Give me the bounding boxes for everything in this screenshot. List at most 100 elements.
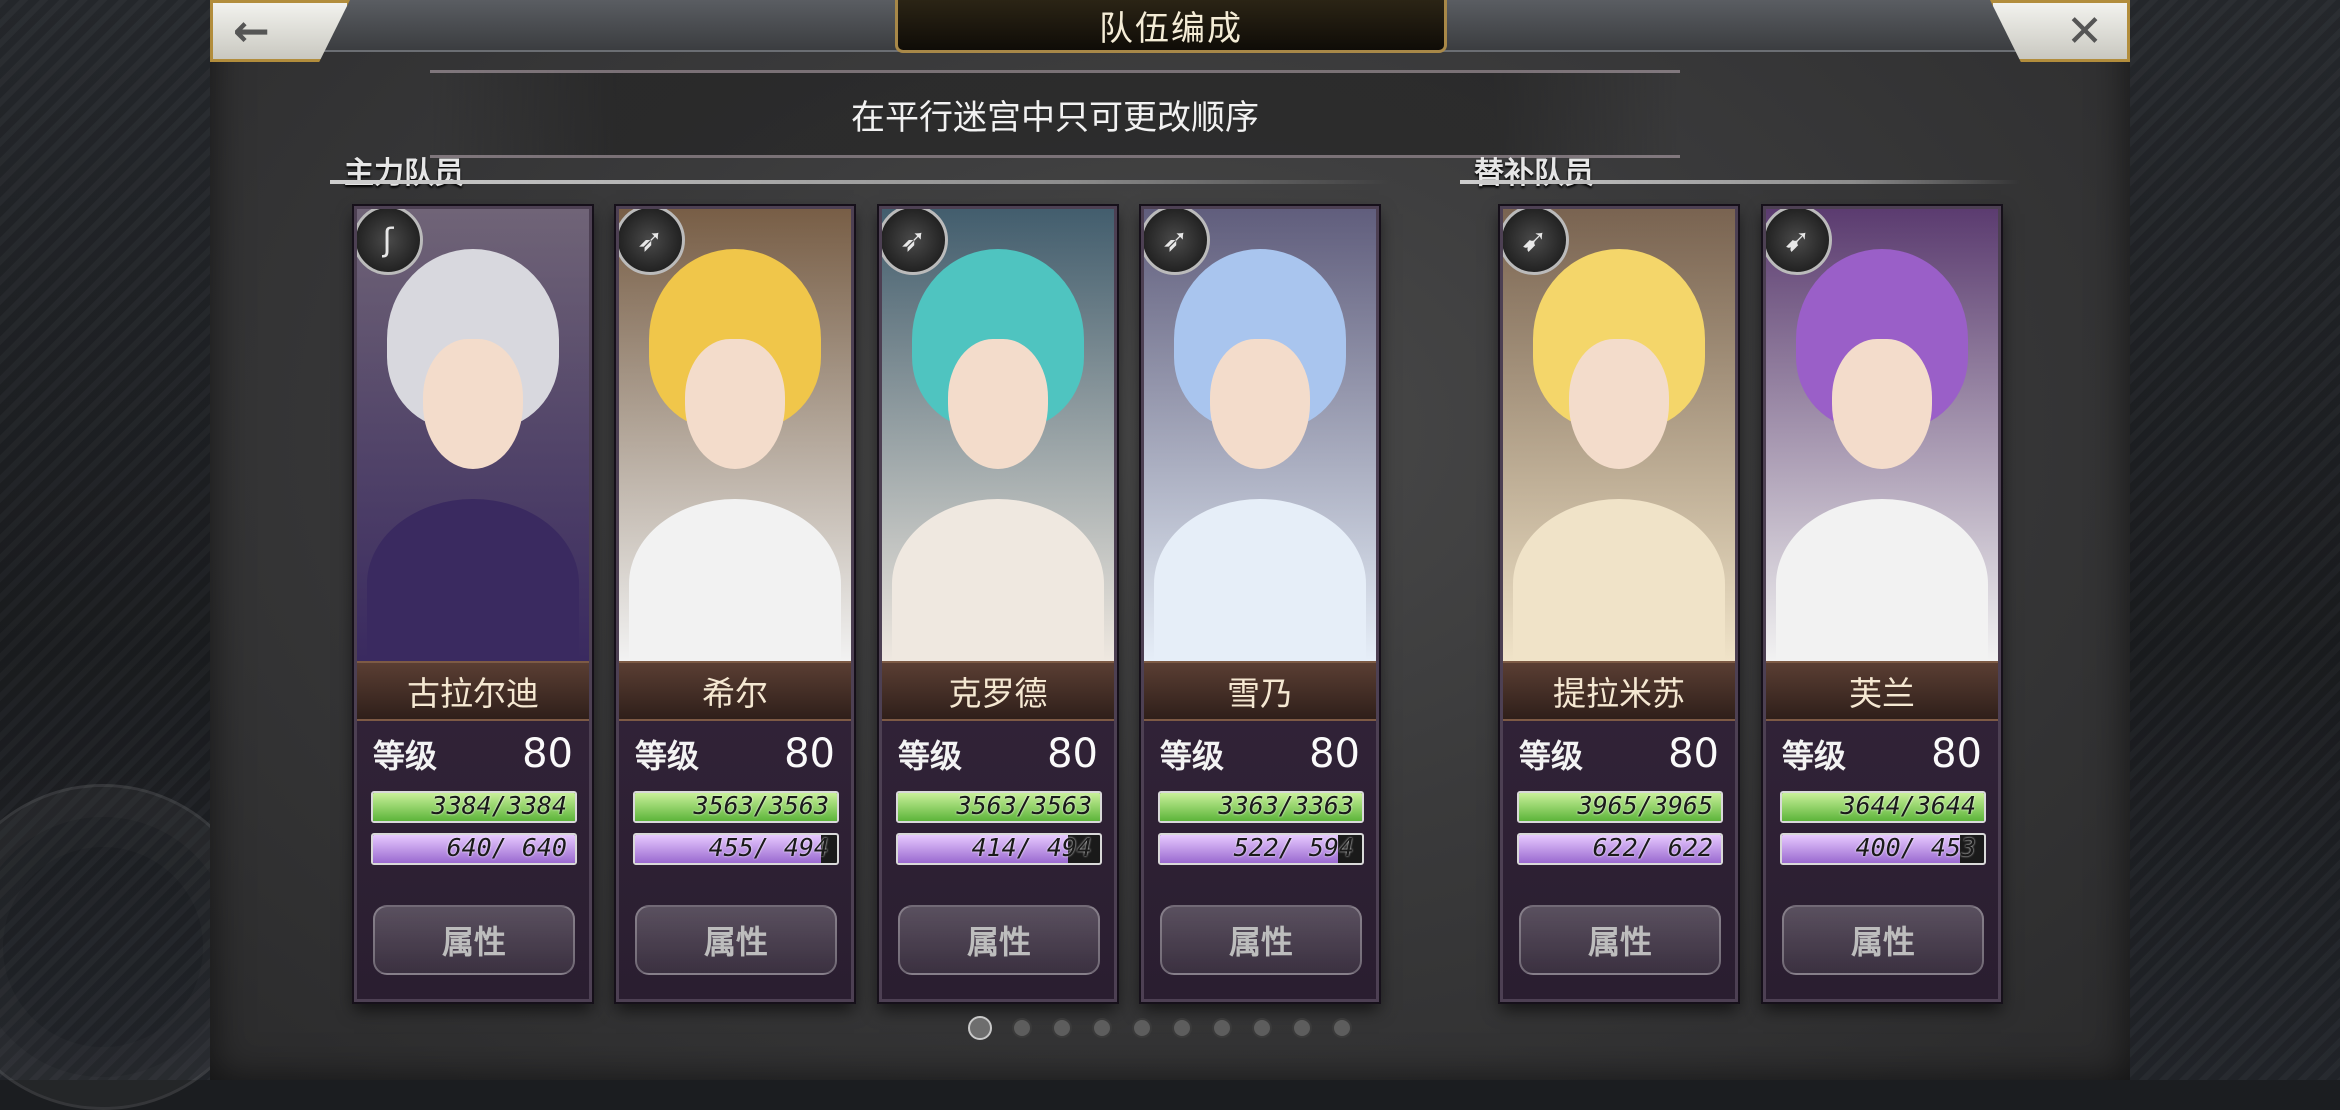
character-portrait — [619, 209, 851, 661]
page-dot[interactable] — [1092, 1018, 1112, 1038]
mp-bar: 400/ 453 — [1780, 833, 1986, 865]
character-name: 古拉尔迪 — [357, 661, 589, 721]
attribute-button[interactable]: 属性 — [635, 905, 837, 975]
portrait-face — [1569, 339, 1669, 469]
character-name: 提拉米苏 — [1503, 661, 1735, 721]
back-arrow-icon: ← — [233, 5, 270, 57]
staff-icon: ʃ — [357, 209, 423, 275]
hp-value: 3384/3384 — [431, 791, 567, 820]
level-value: 80 — [1931, 731, 1982, 777]
main-members-label: 主力队员 — [344, 156, 464, 191]
sub-members-label: 替补队员 — [1474, 156, 1594, 191]
page-dot[interactable] — [1132, 1018, 1152, 1038]
level-row: 等级 80 — [898, 729, 1098, 779]
character-card[interactable]: ➶ 希尔 等级 80 3563/3563 455/ 494 属性 — [616, 206, 854, 1002]
level-label: 等级 — [1782, 737, 1847, 775]
portrait-face — [423, 339, 523, 469]
level-row: 等级 80 — [373, 729, 573, 779]
portrait-body — [1513, 499, 1725, 661]
portrait-face — [685, 339, 785, 469]
portrait-body — [1776, 499, 1988, 661]
page-dot[interactable] — [1052, 1018, 1072, 1038]
spear-icon: ➹ — [1503, 209, 1569, 275]
sub-section-divider — [1460, 180, 2020, 184]
notice-banner: 在平行迷宫中只可更改顺序 — [430, 70, 1680, 158]
level-label: 等级 — [1519, 737, 1584, 775]
hp-value: 3563/3563 — [956, 791, 1092, 820]
page-dot[interactable] — [1332, 1018, 1352, 1038]
hp-value: 3965/3965 — [1577, 791, 1713, 820]
spear-icon: ➹ — [1766, 209, 1832, 275]
hp-bar: 3363/3363 — [1158, 791, 1364, 823]
page-title: 队伍编成 — [895, 0, 1447, 53]
mp-value: 400/ 453 — [1855, 833, 1976, 862]
portrait-face — [948, 339, 1048, 469]
mp-value: 414/ 494 — [971, 833, 1092, 862]
attribute-button[interactable]: 属性 — [898, 905, 1100, 975]
mp-bar: 455/ 494 — [633, 833, 839, 865]
hp-bar: 3563/3563 — [896, 791, 1102, 823]
mp-value: 622/ 622 — [1592, 833, 1713, 862]
level-label: 等级 — [373, 737, 438, 775]
level-row: 等级 80 — [1782, 729, 1982, 779]
page-dot[interactable] — [1212, 1018, 1232, 1038]
character-portrait — [1144, 209, 1376, 661]
level-label: 等级 — [898, 737, 963, 775]
notice-text: 在平行迷宫中只可更改顺序 — [851, 97, 1259, 138]
character-portrait — [1766, 209, 1998, 661]
character-portrait — [882, 209, 1114, 661]
page-dot[interactable] — [1012, 1018, 1032, 1038]
bow-icon: ➶ — [1144, 209, 1210, 275]
level-label: 等级 — [1160, 737, 1225, 775]
hp-value: 3563/3563 — [693, 791, 829, 820]
level-value: 80 — [522, 731, 573, 777]
level-value: 80 — [1047, 731, 1098, 777]
level-value: 80 — [784, 731, 835, 777]
attribute-button[interactable]: 属性 — [1519, 905, 1721, 975]
portrait-face — [1210, 339, 1310, 469]
portrait-face — [1832, 339, 1932, 469]
level-row: 等级 80 — [1160, 729, 1360, 779]
hp-value: 3363/3363 — [1218, 791, 1354, 820]
mp-bar: 640/ 640 — [371, 833, 577, 865]
character-card[interactable]: ʃ 古拉尔迪等级 80 3384/3384 640/ 640 属性 — [354, 206, 592, 1002]
hp-bar: 3965/3965 — [1517, 791, 1723, 823]
portrait-body — [892, 499, 1104, 661]
portrait-body — [367, 499, 579, 661]
character-card[interactable]: ➶ 雪乃等级 80 3363/3363 522/ 594 属性 — [1141, 206, 1379, 1002]
character-name: 希尔 — [619, 661, 851, 721]
mp-bar: 522/ 594 — [1158, 833, 1364, 865]
hp-bar: 3563/3563 — [633, 791, 839, 823]
bow-icon: ➶ — [882, 209, 948, 275]
attribute-button[interactable]: 属性 — [373, 905, 575, 975]
character-name: 雪乃 — [1144, 661, 1376, 721]
attribute-button[interactable]: 属性 — [1782, 905, 1984, 975]
page-dot[interactable] — [1252, 1018, 1272, 1038]
mp-value: 522/ 594 — [1233, 833, 1354, 862]
main-section-divider — [330, 180, 1390, 184]
character-name: 克罗德 — [882, 661, 1114, 721]
page-dot[interactable] — [968, 1016, 992, 1040]
pagination-dots — [968, 1016, 1352, 1040]
mp-bar: 622/ 622 — [1517, 833, 1723, 865]
character-portrait — [357, 209, 589, 661]
mp-bar: 414/ 494 — [896, 833, 1102, 865]
character-card[interactable]: ➹ 芙兰等级 80 3644/3644 400/ 453 属性 — [1763, 206, 2001, 1002]
left-background — [0, 0, 266, 1110]
portrait-body — [629, 499, 841, 661]
right-background — [2130, 0, 2340, 1080]
page-dot[interactable] — [1292, 1018, 1312, 1038]
level-value: 80 — [1668, 731, 1719, 777]
hp-bar: 3644/3644 — [1780, 791, 1986, 823]
attribute-button[interactable]: 属性 — [1160, 905, 1362, 975]
character-card[interactable]: ➶ 克罗德等级 80 3563/3563 414/ 494 属性 — [879, 206, 1117, 1002]
character-card[interactable]: ➹ 提拉米苏等级 80 3965/3965 622/ 622 属性 — [1500, 206, 1738, 1002]
level-label: 等级 — [635, 737, 700, 775]
character-name: 芙兰 — [1766, 661, 1998, 721]
hp-bar: 3384/3384 — [371, 791, 577, 823]
page-dot[interactable] — [1172, 1018, 1192, 1038]
level-value: 80 — [1309, 731, 1360, 777]
portrait-body — [1154, 499, 1366, 661]
hp-value: 3644/3644 — [1840, 791, 1976, 820]
level-row: 等级 80 — [1519, 729, 1719, 779]
